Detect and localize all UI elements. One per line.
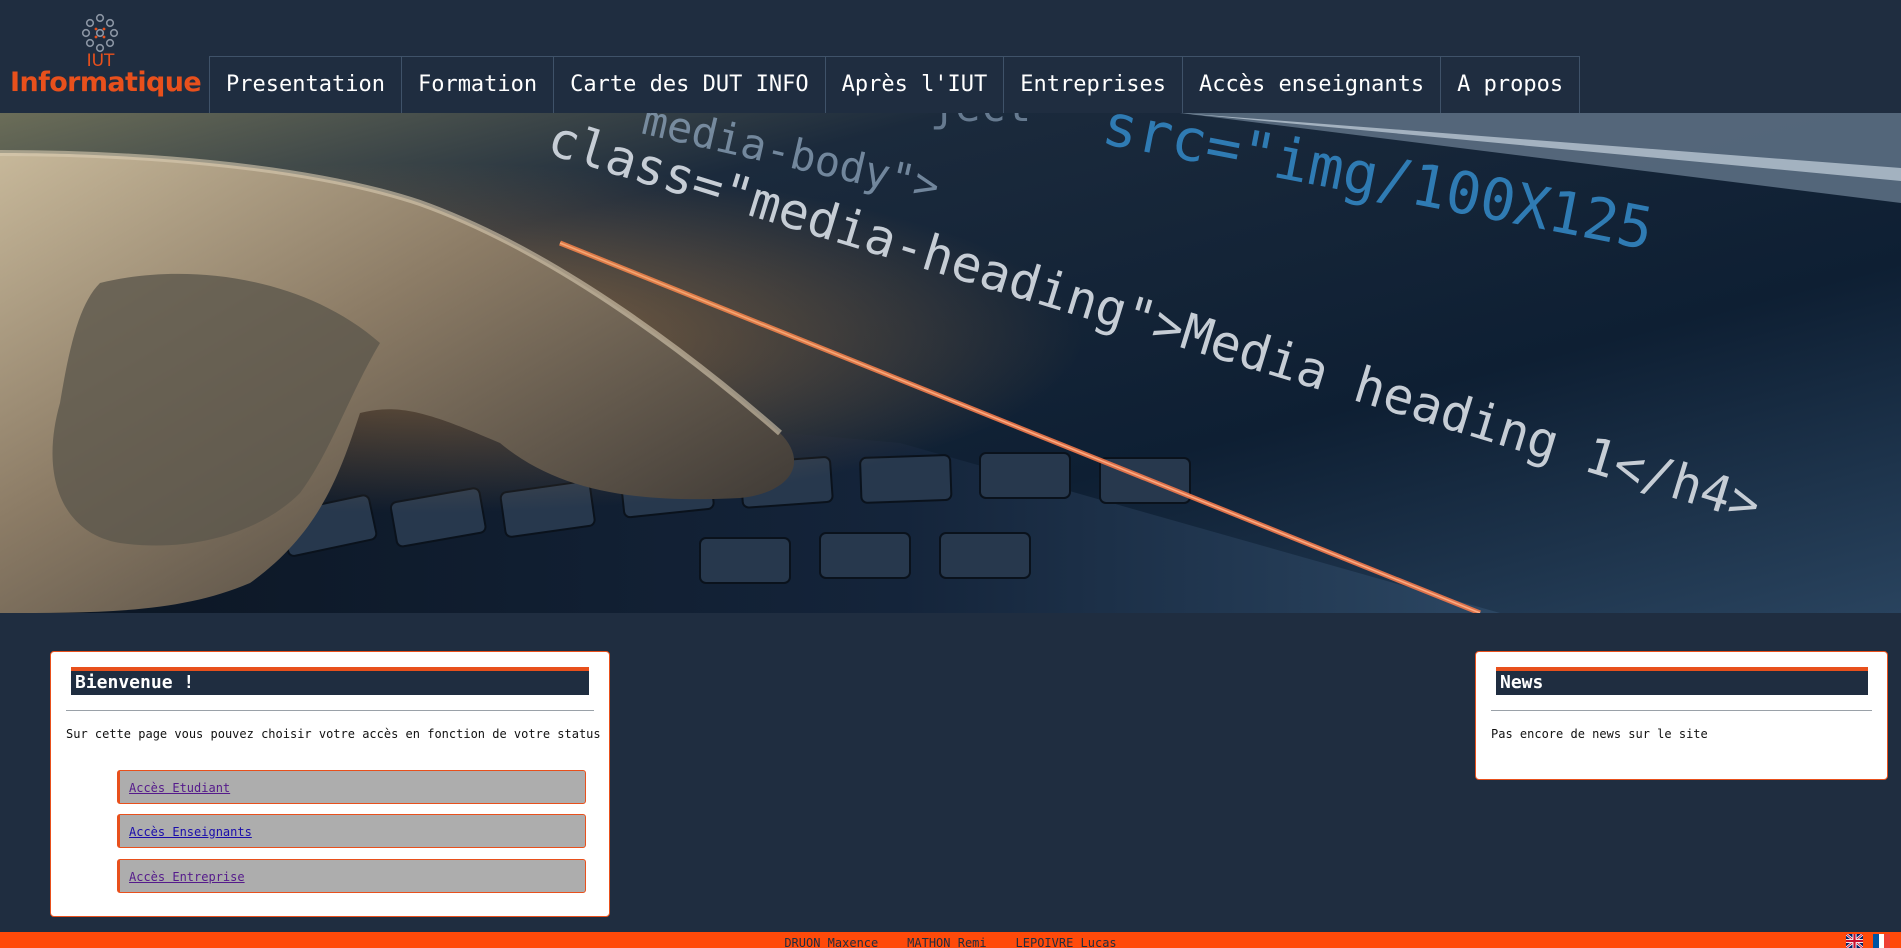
hero-code-line-2: ject: [930, 113, 1031, 131]
france-flag-icon[interactable]: [1873, 934, 1890, 948]
molecule-icon: [81, 13, 119, 53]
acces-entreprise-link[interactable]: Accès Entreprise: [129, 870, 245, 884]
site-footer: DRUON Maxence __ MATHON Remi __ LEPOIVRE…: [0, 932, 1901, 948]
nav-item-carte-dut[interactable]: Carte des DUT INFO: [553, 56, 826, 113]
news-divider: [1491, 710, 1872, 711]
acces-enseignants-button[interactable]: Accès Enseignants: [117, 814, 586, 848]
acces-etudiant-button[interactable]: Accès Etudiant: [117, 770, 586, 804]
hero-image: media-body"> ject src="img/100X125 class…: [0, 113, 1901, 613]
nav-item-a-propos[interactable]: A propos: [1440, 56, 1581, 113]
news-title: News: [1496, 667, 1868, 695]
hero-banner: media-body"> ject src="img/100X125 class…: [0, 113, 1901, 613]
site-header: IUT Informatique Presentation Formation …: [0, 0, 1901, 113]
acces-entreprise-button[interactable]: Accès Entreprise: [117, 859, 586, 893]
nav-item-entreprises[interactable]: Entreprises: [1003, 56, 1183, 113]
site-logo[interactable]: IUT Informatique: [8, 10, 202, 100]
welcome-text: Sur cette page vous pouvez choisir votre…: [66, 727, 601, 741]
news-text: Pas encore de news sur le site: [1491, 727, 1708, 741]
logo-wordmark: Informatique: [10, 67, 202, 98]
welcome-panel: Bienvenue ! Sur cette page vous pouvez c…: [50, 651, 610, 917]
uk-flag-icon[interactable]: [1846, 934, 1863, 948]
nav-item-presentation[interactable]: Presentation: [209, 56, 402, 113]
nav-item-acces-enseignants[interactable]: Accès enseignants: [1182, 56, 1442, 113]
acces-etudiant-link[interactable]: Accès Etudiant: [129, 781, 230, 795]
footer-credits: DRUON Maxence __ MATHON Remi __ LEPOIVRE…: [784, 936, 1117, 948]
nav-item-apres-iut[interactable]: Après l'IUT: [824, 56, 1005, 113]
welcome-title: Bienvenue !: [71, 667, 589, 695]
nav-item-formation[interactable]: Formation: [400, 56, 555, 113]
welcome-divider: [66, 710, 594, 711]
acces-enseignants-link[interactable]: Accès Enseignants: [129, 825, 252, 839]
main-nav: Presentation Formation Carte des DUT INF…: [209, 56, 1581, 113]
news-panel: News Pas encore de news sur le site: [1475, 651, 1888, 780]
